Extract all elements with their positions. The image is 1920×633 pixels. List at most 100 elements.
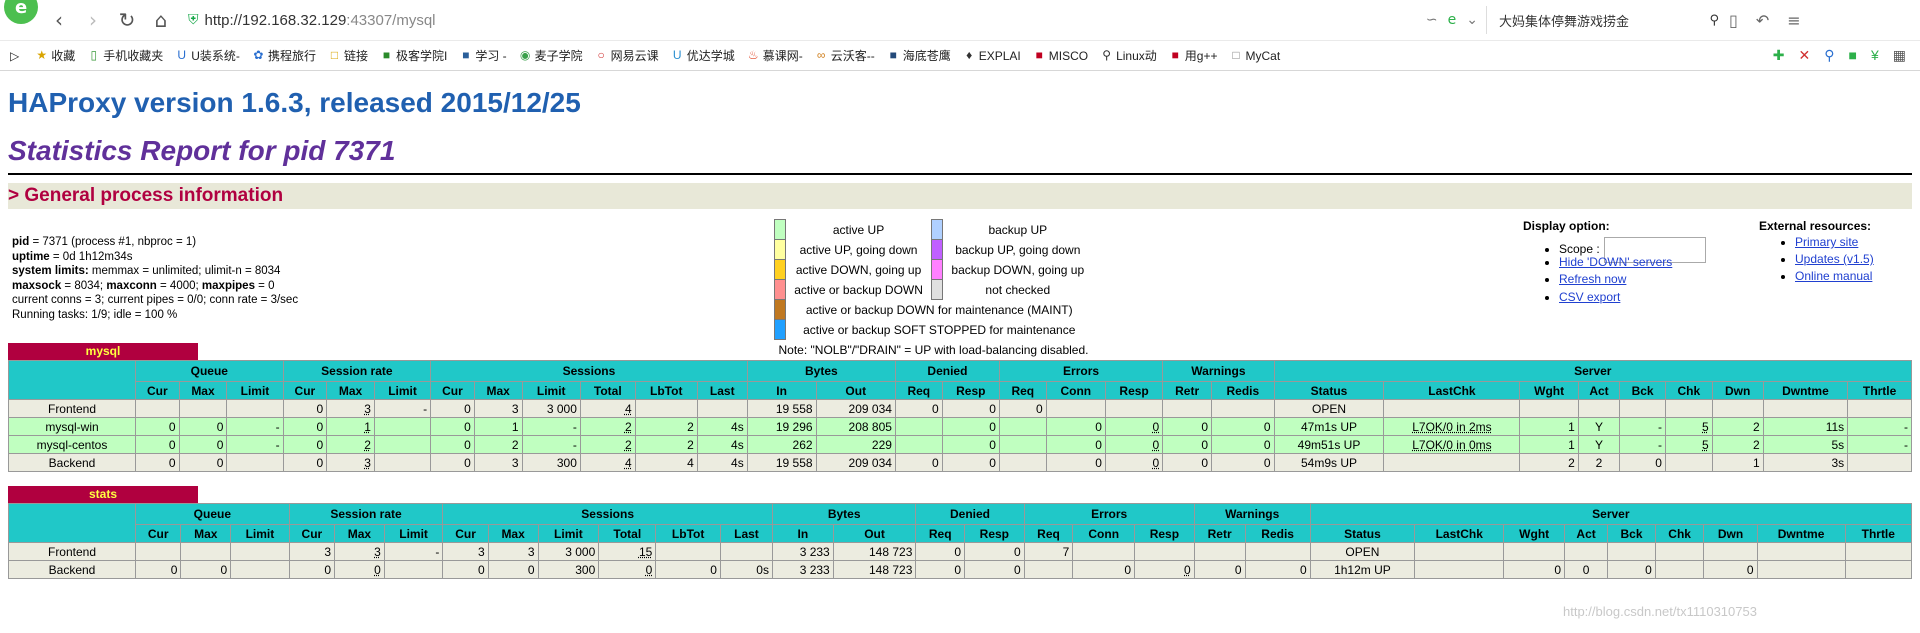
table-row: Backend 0 0 0 0 0 0 300 0 0 0s 3 233 148 723 0 0 0 0 0 0 1h… (8, 560, 1913, 579)
share-icon[interactable]: ∽ (1426, 12, 1438, 28)
bookmark-item[interactable]: ◉ 麦子学院 (519, 47, 583, 64)
table-cell (1104, 399, 1164, 418)
column-header: Resp (1134, 524, 1195, 543)
row-name[interactable]: Backend (8, 560, 136, 579)
chevron-down-icon[interactable]: ⌄ (1466, 12, 1478, 28)
row-name[interactable]: Frontend (8, 399, 136, 418)
browser-logo[interactable]: e (0, 0, 42, 40)
row-name[interactable]: Frontend (8, 542, 136, 561)
bookmark-item[interactable]: ⚲ Linux动 (1100, 47, 1157, 64)
csv-export-link[interactable]: CSV export (1559, 290, 1620, 304)
bookmark-icon: ■ (889, 48, 897, 62)
table-cell: 3 (487, 542, 539, 561)
bookmark-item[interactable]: ■ MISCO (1033, 49, 1088, 63)
primary-site-link[interactable]: Primary site (1795, 235, 1858, 249)
table-cell (1383, 453, 1521, 472)
row-name[interactable]: Backend (8, 453, 136, 472)
column-header: Status (1309, 524, 1416, 543)
hide-down-link[interactable]: Hide 'DOWN' servers (1559, 255, 1672, 269)
game-icon[interactable]: ■ (1849, 47, 1857, 64)
group-header: Denied (894, 360, 1000, 382)
bookmark-icon: □ (1232, 48, 1240, 62)
proxy-table: Queue Session rate Sessions Bytes Denied Erro… (8, 503, 1913, 579)
table-cell: 229 (815, 435, 896, 454)
updates-link[interactable]: Updates (v1.5) (1795, 252, 1874, 266)
bookmark-item[interactable]: ∞ 云沃客-- (815, 47, 875, 64)
add-icon[interactable]: ✚ (1773, 47, 1785, 64)
table-cell: 0 (1211, 417, 1275, 436)
coin-icon[interactable]: ¥ (1871, 47, 1879, 64)
table-cell (1703, 542, 1758, 561)
table-cell (1383, 399, 1521, 418)
table-cell: 0 (894, 399, 943, 418)
column-header: LbTot (655, 524, 721, 543)
table-cell: 0 (180, 560, 232, 579)
back-icon[interactable]: ‹ (42, 0, 76, 40)
bookmark-item[interactable]: ○ 网易云课 (595, 47, 659, 64)
row-name[interactable]: mysql-centos (8, 435, 136, 454)
bookmark-item[interactable]: U 优达学城 (671, 47, 735, 64)
bookmark-item[interactable]: □ 链接 (328, 47, 368, 64)
table-cell: 3 (442, 542, 489, 561)
table-cell: 0 (178, 435, 228, 454)
manual-link[interactable]: Online manual (1795, 269, 1872, 283)
group-header: Queue (135, 503, 290, 525)
cut-icon[interactable]: ✕ (1799, 47, 1811, 64)
table-cell (134, 542, 182, 561)
grid-icon[interactable]: ▦ (1893, 47, 1906, 64)
find-icon[interactable]: ⚲ (1824, 47, 1834, 64)
bookmark-item[interactable]: ■ 学习 - (459, 47, 506, 64)
table-cell (1193, 542, 1246, 561)
table-cell: 2 (1577, 453, 1621, 472)
table-cell (894, 417, 943, 436)
url-text[interactable]: http://192.168.32.129:43307/mysql (205, 12, 436, 29)
table-cell: 3 233 (771, 542, 834, 561)
table-cell: 5 (1664, 435, 1713, 454)
table-cell: 0 (1563, 560, 1609, 579)
engine-icon[interactable]: e (1448, 12, 1457, 28)
table-cell (1847, 453, 1912, 472)
table-cell: 0 (430, 399, 475, 418)
table-cell: 0 (1045, 453, 1106, 472)
table-cell (383, 560, 444, 579)
proxy-title[interactable]: mysql (8, 343, 198, 360)
column-header: Cur (134, 524, 182, 543)
column-header: Total (598, 524, 657, 543)
column-header: Cur (288, 524, 336, 543)
bookmark-item[interactable]: U U装系统- (175, 47, 240, 64)
bookmark-item[interactable]: ✿ 携程旅行 (252, 47, 316, 64)
undo-icon[interactable]: ↶ (1756, 11, 1769, 30)
search-icon[interactable]: ⚲ (1709, 13, 1719, 28)
proxy-title[interactable]: stats (8, 486, 198, 503)
bookmark-item[interactable]: ▯ 手机收藏夹 (87, 47, 163, 64)
group-header: Bytes (771, 503, 917, 525)
bookmark-item[interactable]: ■ 极客学院I (380, 47, 447, 64)
column-header: LastChk (1414, 524, 1505, 543)
column-header: Limit (373, 381, 432, 400)
search-box[interactable]: 大妈集体停舞游戏捞金 ⚲ (1486, 6, 1729, 34)
sidebar-toggle-icon[interactable]: ▷ (10, 49, 19, 63)
forward-icon[interactable]: › (76, 0, 110, 40)
table-cell: - (1619, 435, 1666, 454)
mobile-icon[interactable]: ▯ (1729, 11, 1738, 30)
refresh-link[interactable]: Refresh now (1559, 272, 1626, 286)
table-cell: 0 (135, 435, 180, 454)
column-header: Wght (1519, 381, 1579, 400)
bookmark-item[interactable]: ♦ EXPLAI (963, 49, 1021, 63)
home-icon[interactable]: ⌂ (144, 0, 178, 40)
table-cell: 0 (941, 399, 1000, 418)
table-cell: 0 (655, 560, 721, 579)
bookmark-item[interactable]: ■ 用g++ (1169, 47, 1218, 64)
menu-icon[interactable]: ≡ (1787, 11, 1800, 30)
address-bar[interactable]: ⛨ http://192.168.32.129:43307/mysql ∽ e … (188, 5, 1486, 35)
table-cell: 209 034 (815, 399, 896, 418)
table-cell: 0 (998, 399, 1047, 418)
reload-icon[interactable]: ↻ (110, 0, 144, 40)
table-cell: 4 (579, 399, 636, 418)
bookmark-item[interactable]: □ MyCat (1230, 48, 1280, 63)
bookmark-item[interactable]: ■ 海底苍鹰 (887, 47, 951, 64)
row-name[interactable]: mysql-win (8, 417, 136, 436)
bookmark-item[interactable]: ♨ 慕课网- (747, 47, 803, 64)
table-cell: 3 (288, 542, 336, 561)
bookmark-item[interactable]: ★ 收藏 (35, 47, 75, 64)
